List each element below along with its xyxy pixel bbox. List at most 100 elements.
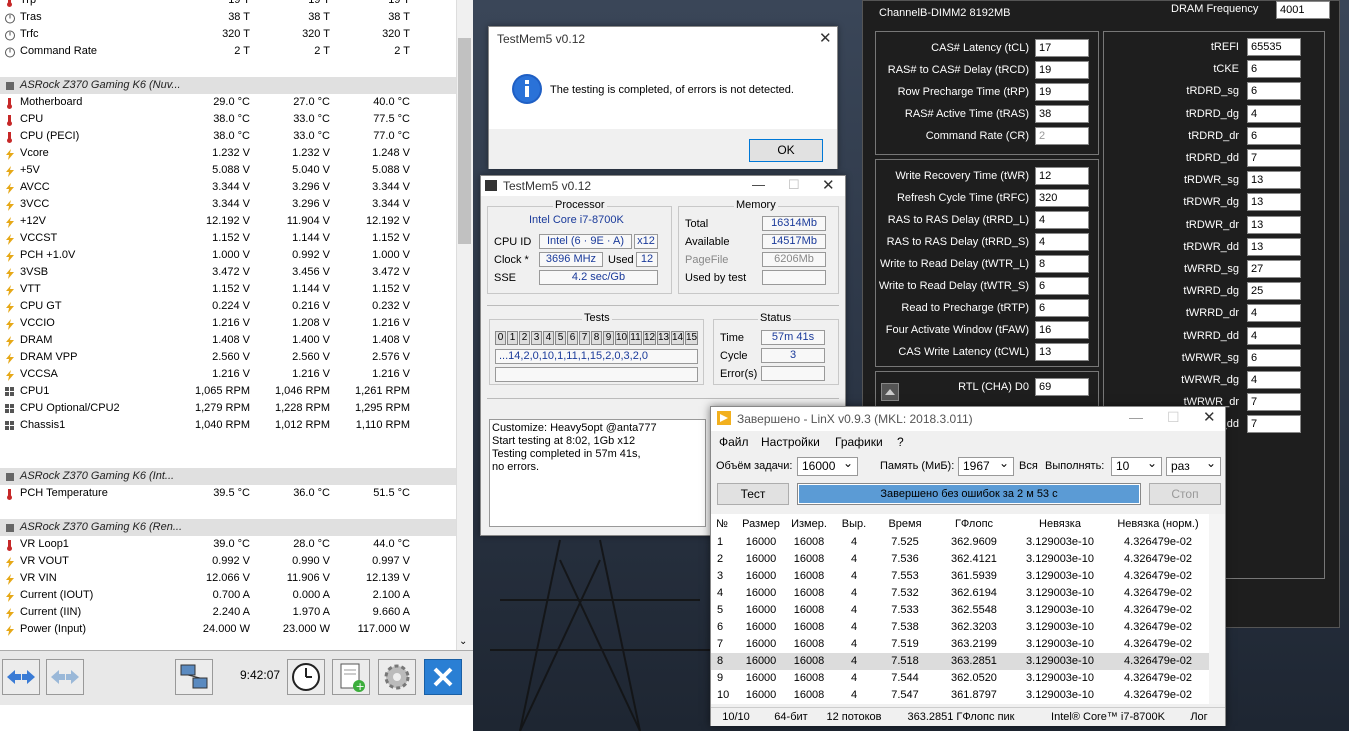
column-header[interactable]: ГФлопс [933, 518, 1015, 530]
table-row[interactable]: 4 16000 16008 4 7.532 362.6194 3.129003e-10 4.3… [711, 585, 1209, 602]
table-scrollbar[interactable] [1209, 514, 1225, 704]
timing-value-field[interactable]: 6 [1247, 60, 1301, 79]
timing-value-field[interactable]: 4 [1247, 326, 1301, 345]
timing-value-field[interactable]: 4 [1035, 233, 1089, 251]
sensor-group-header[interactable]: ASRock Z370 Gaming K6 (Nuv... [0, 77, 456, 94]
dialog-close-icon[interactable]: ✕ [819, 29, 832, 47]
column-header[interactable]: Выр. [831, 518, 877, 530]
scroll-down-icon[interactable]: ⌄ [459, 636, 467, 647]
menu-graphs[interactable]: Графики [835, 435, 883, 449]
timing-value-field[interactable]: 2 [1035, 127, 1089, 145]
table-row[interactable]: 10 16000 16008 4 7.547 361.8797 3.129003e-10 4.… [711, 687, 1209, 704]
collapse-button[interactable] [881, 383, 899, 401]
close-icon[interactable]: ✕ [1203, 408, 1216, 426]
column-header[interactable]: Невязка [1019, 518, 1101, 530]
column-header[interactable]: Время [881, 518, 929, 530]
menu-file[interactable]: Файл [719, 435, 749, 449]
maximize-icon[interactable]: ☐ [788, 177, 800, 193]
sensor-row[interactable]: Current (IOUT) 0.700 A 0.000 A 2.100 A [0, 587, 456, 604]
table-row[interactable]: 8 16000 16008 4 7.518 363.2851 3.129003e-10 4.3… [711, 653, 1209, 670]
timing-value-field[interactable]: 19 [1035, 83, 1089, 101]
sensor-row[interactable]: Current (IIN) 2.240 A 1.970 A 9.660 A [0, 604, 456, 621]
sensor-row[interactable]: VCCSA 1.216 V 1.216 V 1.216 V [0, 366, 456, 383]
sensor-row[interactable]: CPU 38.0 °C 33.0 °C 77.5 °C [0, 111, 456, 128]
sensor-row[interactable]: 3VCC 3.344 V 3.296 V 3.344 V [0, 196, 456, 213]
clock-button[interactable] [287, 659, 325, 695]
nav-arrows-button[interactable] [2, 659, 40, 695]
status-field[interactable]: Лог [1181, 711, 1217, 723]
runs-select[interactable]: 10 [1111, 455, 1162, 476]
timing-value-field[interactable]: 6 [1035, 277, 1089, 295]
timing-value-field[interactable]: 19 [1035, 61, 1089, 79]
size-select[interactable]: 16000 [797, 455, 858, 476]
timing-value-field[interactable]: 4 [1247, 104, 1301, 123]
sensor-row[interactable]: VTT 1.152 V 1.144 V 1.152 V [0, 281, 456, 298]
sensor-row[interactable]: VCCIO 1.216 V 1.208 V 1.216 V [0, 315, 456, 332]
timing-value-field[interactable]: 13 [1035, 343, 1089, 361]
timing-value-field[interactable]: 17 [1035, 39, 1089, 57]
minimize-icon[interactable]: — [1129, 409, 1143, 425]
column-header[interactable]: Размер [735, 518, 787, 530]
sensor-row[interactable]: Vcore 1.232 V 1.232 V 1.248 V [0, 145, 456, 162]
timing-value-field[interactable]: 38 [1035, 105, 1089, 123]
sensor-row[interactable]: CPU GT 0.224 V 0.216 V 0.232 V [0, 298, 456, 315]
timing-value-field[interactable]: 6 [1247, 82, 1301, 101]
test-button[interactable]: Тест [717, 483, 789, 505]
close-button[interactable] [424, 659, 462, 695]
ok-button[interactable]: OK [749, 139, 823, 162]
timing-value-field[interactable]: 6 [1247, 348, 1301, 367]
sensor-row[interactable]: +5V 5.088 V 5.040 V 5.088 V [0, 162, 456, 179]
timing-value-field[interactable]: 7 [1247, 415, 1301, 434]
sensor-row[interactable]: PCH Temperature 39.5 °C 36.0 °C 51.5 °C [0, 485, 456, 502]
close-icon[interactable]: ✕ [822, 176, 835, 194]
sensor-row[interactable]: Motherboard 29.0 °C 27.0 °C 40.0 °C [0, 94, 456, 111]
sensor-row[interactable]: Trfc 320 T 320 T 320 T [0, 26, 456, 43]
sensor-row[interactable]: VR Loop1 39.0 °C 28.0 °C 44.0 °C [0, 536, 456, 553]
minimize-icon[interactable]: — [752, 177, 765, 192]
timing-value-field[interactable]: 8 [1035, 255, 1089, 273]
table-row[interactable]: 5 16000 16008 4 7.533 362.5548 3.129003e-10 4.3… [711, 602, 1209, 619]
sensor-row[interactable]: Trp 19 T 19 T 19 T [0, 0, 456, 9]
sensor-group-header[interactable]: ASRock Z370 Gaming K6 (Int... [0, 468, 456, 485]
scrollbar-thumb[interactable] [458, 38, 471, 244]
sensor-row[interactable]: CPU Optional/CPU2 1,279 RPM 1,228 RPM 1,295… [0, 400, 456, 417]
timing-value-field[interactable]: 13 [1247, 237, 1301, 256]
timing-value-field[interactable]: 25 [1247, 282, 1301, 301]
log-box[interactable]: Customize: Heavy5opt @anta777 Start test… [489, 419, 706, 527]
column-header[interactable]: Измер. [789, 518, 829, 530]
menu-settings[interactable]: Настройки [761, 435, 820, 449]
sensor-row[interactable]: CPU (PECI) 38.0 °C 33.0 °C 77.0 °C [0, 128, 456, 145]
rtl-field[interactable]: 69 [1035, 378, 1089, 396]
settings-button[interactable] [378, 659, 416, 695]
sensor-row[interactable]: Tras 38 T 38 T 38 T [0, 9, 456, 26]
sensor-group-header[interactable]: ASRock Z370 Gaming K6 (Ren... [0, 519, 456, 536]
timing-value-field[interactable]: 13 [1247, 171, 1301, 190]
timing-value-field[interactable]: 4 [1247, 371, 1301, 389]
unit-select[interactable]: раз [1166, 455, 1221, 476]
sensor-row[interactable]: Power (Input) 24.000 W 23.000 W 117.000 W [0, 621, 456, 638]
timing-value-field[interactable]: 6 [1035, 299, 1089, 317]
sensor-row[interactable]: PCH +1.0V 1.000 V 0.992 V 1.000 V [0, 247, 456, 264]
all-label[interactable]: Вся [1019, 460, 1038, 472]
memory-select[interactable]: 1967 [958, 455, 1014, 476]
timing-value-field[interactable]: 12 [1035, 167, 1089, 185]
sensor-row[interactable]: DRAM VPP 2.560 V 2.560 V 2.576 V [0, 349, 456, 366]
table-row[interactable]: 9 16000 16008 4 7.544 362.0520 3.129003e-10 4.3… [711, 670, 1209, 687]
timing-value-field[interactable]: 7 [1247, 393, 1301, 412]
sensor-row[interactable]: CPU1 1,065 RPM 1,046 RPM 1,261 RPM [0, 383, 456, 400]
stop-button[interactable]: Стоп [1149, 483, 1221, 505]
sensor-row[interactable]: 3VSB 3.472 V 3.456 V 3.472 V [0, 264, 456, 281]
timing-value-field[interactable]: 4 [1035, 211, 1089, 229]
report-button[interactable]: + [332, 659, 370, 695]
table-row[interactable]: 7 16000 16008 4 7.519 363.2199 3.129003e-10 4.3… [711, 636, 1209, 653]
table-row[interactable]: 1 16000 16008 4 7.525 362.9609 3.129003e-10 4.3… [711, 534, 1209, 551]
timing-value-field[interactable]: 320 [1035, 189, 1089, 207]
sensor-row[interactable]: VCCST 1.152 V 1.144 V 1.152 V [0, 230, 456, 247]
timing-value-field[interactable]: 27 [1247, 260, 1301, 278]
timing-value-field[interactable]: 6 [1247, 126, 1301, 145]
timing-value-field[interactable]: 4 [1247, 304, 1301, 323]
maximize-icon[interactable]: ☐ [1167, 409, 1180, 426]
menu-help[interactable]: ? [897, 435, 904, 449]
table-row[interactable]: 2 16000 16008 4 7.536 362.4121 3.129003e-10 4.3… [711, 551, 1209, 568]
table-row[interactable]: 3 16000 16008 4 7.553 361.5939 3.129003e-10 4.3… [711, 568, 1209, 585]
